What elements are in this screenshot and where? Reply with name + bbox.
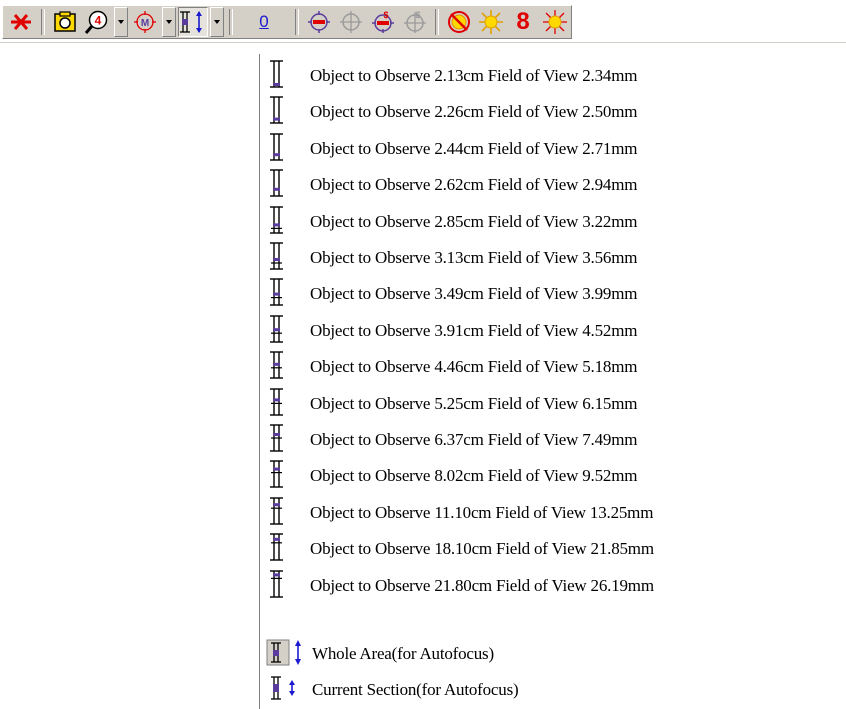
field-of-view-icon [270,533,283,561]
camera-snapshot-button[interactable] [50,7,80,37]
field-of-view-icon [270,278,283,307]
toolbar-separator [41,9,45,35]
menu-item-label: Object to Observe 3.91cm Field of View 4… [310,320,638,340]
menu-item-label: Object to Observe 2.13cm Field of View 2… [310,66,638,85]
target-dollar-red-button[interactable]: $ [368,7,398,37]
toolbar-separator [229,9,233,35]
menu-item-current-section[interactable]: Current Section(for Autofocus) [260,672,820,705]
close-cross-button[interactable] [6,7,36,37]
menu-item-label: Object to Observe 2.26cm Field of View 2… [310,102,638,122]
field-of-view-button[interactable] [178,7,208,37]
menu-item-fov-4[interactable]: Object to Observe 2.85cm Field of View 3… [260,204,820,237]
menu-item-fov-6[interactable]: Object to Observe 3.49cm Field of View 3… [260,276,820,309]
field-of-view-icon [270,569,283,598]
target-red-icon [308,11,330,33]
menu-item-label: Object to Observe 2.44cm Field of View 2… [310,138,638,158]
zero-button[interactable]: 0 [238,7,290,37]
menu-item-label: Object to Observe 2.85cm Field of View 3… [310,211,638,231]
menu-item-fov-2[interactable]: Object to Observe 2.44cm Field of View 2… [260,131,820,164]
field-of-view-icon [270,460,283,489]
menu-item-fov-13[interactable]: Object to Observe 18.10cm Field of View … [260,531,820,564]
chevron-down-icon [214,20,220,24]
menu-item-label: Object to Observe 21.80cm Field of View … [310,575,654,595]
target-gray-button[interactable] [336,7,366,37]
menu-item-label: Object to Observe 2.62cm Field of View 2… [310,175,638,195]
target-dollar-red-icon: $ [372,10,394,33]
measure-m-button[interactable]: M [130,7,160,37]
chevron-down-icon [166,20,172,24]
field-of-view-icon [270,133,283,161]
field-of-view-icon [180,11,202,33]
field-of-view-dropdown-arrow[interactable] [210,7,224,37]
toolbar-separator [295,9,299,35]
menu-item-fov-8[interactable]: Object to Observe 4.46cm Field of View 5… [260,349,820,382]
toolbar-separator [435,9,439,35]
toolbar: 4 M 0 $ $ 8 [0,0,846,43]
menu-item-fov-7[interactable]: Object to Observe 3.91cm Field of View 4… [260,313,820,346]
menu-item-label: Object to Observe 3.13cm Field of View 3… [310,248,638,267]
field-of-view-icon [270,242,283,270]
menu-item-fov-14[interactable]: Object to Observe 21.80cm Field of View … [260,568,820,601]
light-on-button[interactable] [476,7,506,37]
svg-text:$: $ [383,10,388,20]
menu-item-fov-9[interactable]: Object to Observe 5.25cm Field of View 6… [260,386,820,419]
light-on-icon [479,10,503,34]
menu-item-label: Object to Observe 4.46cm Field of View 5… [310,357,638,377]
no-light-button[interactable] [444,7,474,37]
field-of-view-icon [270,169,283,197]
toolbar-strip: 4 M 0 $ $ 8 [2,5,572,39]
field-of-view-icon [270,424,283,452]
menu-item-label: Object to Observe 8.02cm Field of View 9… [310,466,638,486]
light-burst-button[interactable] [540,7,570,37]
svg-text:$: $ [415,10,420,20]
measure-m-icon: M [134,11,156,33]
menu-item-label: Object to Observe 11.10cm Field of View … [310,502,654,522]
no-light-icon [448,11,470,33]
menu-item-label: Object to Observe 5.25cm Field of View 6… [310,393,638,413]
menu-item-fov-10[interactable]: Object to Observe 6.37cm Field of View 7… [260,422,820,455]
menu-item-fov-0[interactable]: Object to Observe 2.13cm Field of View 2… [260,58,820,91]
target-red-button[interactable] [304,7,334,37]
target-gray-icon [340,11,362,33]
menu-item-label: Whole Area(for Autofocus) [312,644,494,663]
chevron-down-icon [118,20,124,24]
menu-item-fov-1[interactable]: Object to Observe 2.26cm Field of View 2… [260,94,820,127]
close-cross-icon [11,14,31,30]
field-of-view-icon [270,205,283,234]
zoom-dropdown-arrow[interactable] [114,7,128,37]
current-section-icon [271,676,295,700]
menu-item-label: Object to Observe 6.37cm Field of View 7… [310,430,638,449]
menu-item-label: Current Section(for Autofocus) [312,680,519,699]
field-of-view-icon [270,497,283,525]
field-of-view-icon [270,60,283,88]
zoom-4-button[interactable]: 4 [82,7,112,37]
menu-item-whole-area[interactable]: Whole Area(for Autofocus) [260,636,820,669]
light-burst-icon [543,10,567,34]
target-dollar-gray-icon: $ [404,10,426,33]
field-of-view-icon [270,387,283,416]
field-of-view-menu: Object to Observe 2.13cm Field of View 2… [259,54,820,709]
whole-area-icon [266,639,301,666]
svg-text:4: 4 [95,14,102,28]
menu-item-fov-5[interactable]: Object to Observe 3.13cm Field of View 3… [260,240,820,273]
field-of-view-icon [270,315,283,343]
zoom-4-icon: 4 [84,10,108,34]
digit-eight-button[interactable]: 8 [508,7,538,37]
field-of-view-icon [270,351,283,379]
svg-text:M: M [141,18,149,29]
target-dollar-gray-button[interactable]: $ [400,7,430,37]
field-of-view-icon [270,96,283,125]
measure-dropdown-arrow[interactable] [162,7,176,37]
menu-item-label: Object to Observe 3.49cm Field of View 3… [310,284,638,304]
menu-item-fov-11[interactable]: Object to Observe 8.02cm Field of View 9… [260,458,820,491]
camera-snapshot-icon [54,11,76,32]
menu-item-fov-12[interactable]: Object to Observe 11.10cm Field of View … [260,495,820,528]
menu-item-label: Object to Observe 18.10cm Field of View … [310,539,654,559]
menu-item-fov-3[interactable]: Object to Observe 2.62cm Field of View 2… [260,167,820,200]
